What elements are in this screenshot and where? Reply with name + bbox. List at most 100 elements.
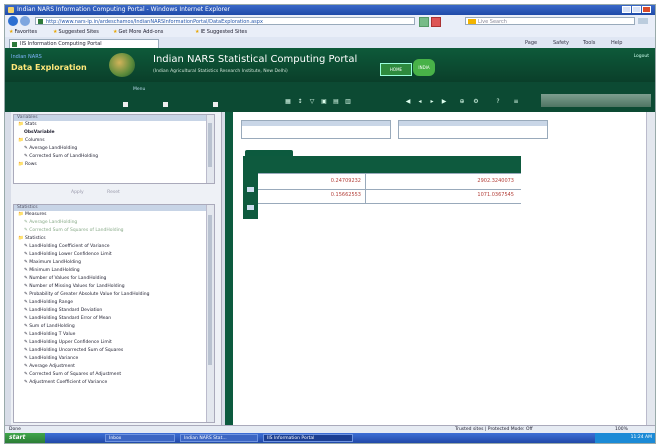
splitter-bar[interactable]	[225, 112, 233, 425]
tree-item-label: LandHolding Lower Confidence Limit	[29, 252, 112, 257]
sort-icon[interactable]: ↕	[297, 99, 303, 105]
browser-tab[interactable]: IIS Information Computing Portal	[9, 39, 159, 48]
tree-item[interactable]: ✎ Number of Values for LandHolding	[18, 275, 214, 283]
tree-item-label: LandHolding Range	[29, 300, 74, 305]
reset-button[interactable]: Reset	[107, 190, 120, 195]
tree-item[interactable]: ✎ LandHolding Upper Confidence Limit	[18, 339, 214, 347]
tree-item-label: Sum of LandHolding	[29, 324, 75, 329]
tools-menu[interactable]: Tools	[583, 40, 595, 46]
tree-item[interactable]: ✎ Corrected Sum of Squares of Adjustment	[18, 371, 214, 379]
zoom-icon[interactable]: ⊕	[459, 99, 465, 105]
tree-item[interactable]: ✎ Minimum LandHolding	[18, 267, 214, 275]
pivot-icon[interactable]: ▣	[321, 99, 327, 105]
tree-item[interactable]: ObsVariable	[18, 129, 214, 137]
window-titlebar: Indian NARS Information Computing Portal…	[5, 5, 655, 15]
left-pane: Variables 📁 Stats ObsVariable 📁 Columns …	[11, 112, 222, 425]
menu-dot-icon[interactable]	[213, 102, 218, 107]
tree-item[interactable]: ✎ Average LandHolding	[18, 219, 214, 227]
favorites-button[interactable]: Favorites	[9, 29, 37, 35]
tree-item[interactable]: ✎ Average LandHolding	[18, 145, 214, 153]
tree-item[interactable]: ✎ LandHolding Uncorrected Sum of Squares	[18, 347, 214, 355]
last-icon[interactable]: ▶	[441, 99, 447, 105]
menu-dot-icon[interactable]	[123, 102, 128, 107]
search-go-icon[interactable]	[638, 18, 648, 24]
next-icon[interactable]: ▸	[429, 99, 435, 105]
grid-cell: 1071.0367545	[477, 192, 514, 198]
tree-item[interactable]: ✎ Sum of LandHolding	[18, 323, 214, 331]
tree-item[interactable]: ✎ LandHolding Standard Deviation	[18, 307, 214, 315]
menu-dot-icon[interactable]	[163, 102, 168, 107]
tree-item[interactable]: ✎ LandHolding Standard Error of Mean	[18, 315, 214, 323]
tree-folder[interactable]: 📁 Measures	[18, 211, 214, 219]
tree-item[interactable]: ✎ LandHolding Coefficient of Variance	[18, 243, 214, 251]
back-button[interactable]	[8, 16, 18, 26]
suggested-sites-link[interactable]: Suggested Sites	[53, 29, 98, 35]
tree-item-label: Number of Values for LandHolding	[29, 276, 107, 281]
variables-scrollbar[interactable]	[206, 115, 214, 183]
report-panel-right[interactable]	[398, 120, 548, 139]
row-expand-icon[interactable]	[247, 187, 254, 192]
tree-folder[interactable]: 📁 Columns	[18, 137, 214, 145]
report-scrollbar[interactable]	[646, 112, 655, 425]
chart-icon[interactable]: ▦	[285, 99, 291, 105]
home-badge[interactable]: HOME	[380, 63, 412, 76]
tree-item[interactable]: ✎ LandHolding T Value	[18, 331, 214, 339]
ie-suggested-sites-link[interactable]: IE Suggested Sites	[195, 29, 247, 35]
tree-item-label: Adjustment Coefficient of Variance	[29, 380, 108, 385]
print-icon[interactable]: ▤	[333, 99, 339, 105]
refresh-icon[interactable]	[419, 17, 429, 27]
tree-item-label: Minimum LandHolding	[29, 268, 80, 273]
tree-item[interactable]: ✎ LandHolding Lower Confidence Limit	[18, 251, 214, 259]
prev-icon[interactable]: ◂	[417, 99, 423, 105]
safety-menu[interactable]: Safety	[553, 40, 569, 46]
tree-item[interactable]: ✎ LandHolding Variance	[18, 355, 214, 363]
help-icon[interactable]: ?	[495, 99, 501, 105]
taskbar-item-active[interactable]: IIS Information Portal	[263, 434, 353, 442]
tree-item-label: LandHolding Standard Error of Mean	[29, 316, 112, 321]
tree-folder[interactable]: 📁 Rows	[18, 161, 214, 169]
help-menu[interactable]: Help	[611, 40, 622, 46]
tree-item[interactable]: ✎ LandHolding Range	[18, 299, 214, 307]
tree-item[interactable]: ✎ Corrected Sum of Squares of LandHoldin…	[18, 227, 214, 235]
tree-folder[interactable]: 📁 Statistics	[18, 235, 214, 243]
tree-item[interactable]: ✎ Number of Missing Values for LandHoldi…	[18, 283, 214, 291]
statistics-list: 📁 Measures ✎ Average LandHolding ✎ Correct…	[14, 211, 214, 387]
close-button[interactable]	[642, 6, 651, 13]
window-title: Indian NARS Information Computing Portal…	[17, 6, 231, 13]
taskbar-item[interactable]: Inbox	[105, 434, 175, 442]
minimize-button[interactable]	[622, 6, 631, 13]
stop-icon[interactable]	[431, 17, 441, 27]
toolbar-tab-button[interactable]	[541, 94, 651, 107]
get-addons-link[interactable]: Get More Add-ons	[113, 29, 163, 35]
tree-item[interactable]: ✎ Adjustment Coefficient of Variance	[18, 379, 214, 387]
more-icon[interactable]: ≡	[513, 99, 519, 105]
tree-item-label: Average Adjustment	[29, 364, 75, 369]
tree-item[interactable]: ✎ Average Adjustment	[18, 363, 214, 371]
first-icon[interactable]: ◀	[405, 99, 411, 105]
settings-icon[interactable]: ⚙	[473, 99, 479, 105]
tree-item-label: LandHolding Standard Deviation	[29, 308, 103, 313]
tree-item[interactable]: ✎ Maximum LandHolding	[18, 259, 214, 267]
report-panel-left[interactable]	[241, 120, 391, 139]
url-text: http://www.nars-ip.in/ardeschamos/Indian…	[46, 19, 263, 25]
india-badge[interactable]: INDIA	[413, 59, 435, 76]
search-input[interactable]: Live Search	[465, 17, 635, 25]
forward-button[interactable]	[20, 16, 30, 26]
filter-icon[interactable]: ▽	[309, 99, 315, 105]
portal-toolbar: Menu ▦ ↕ ▽ ▣ ▤ ▥ ◀ ◂ ▸ ▶ ⊕ ⚙ ? ≡	[5, 82, 655, 112]
url-input[interactable]: http://www.nars-ip.in/ardeschamos/Indian…	[35, 17, 415, 25]
maximize-button[interactable]	[632, 6, 641, 13]
tree-item[interactable]: ✎ Corrected Sum of LandHolding	[18, 153, 214, 161]
tree-item[interactable]: ✎ Probability of Greater Absolute Value …	[18, 291, 214, 299]
start-button[interactable]: start	[5, 433, 45, 443]
apply-button[interactable]: Apply	[71, 190, 84, 195]
page-menu[interactable]: Page	[525, 40, 537, 46]
logout-link[interactable]: Logout	[634, 54, 649, 59]
export-icon[interactable]: ▥	[345, 99, 351, 105]
statistics-scrollbar[interactable]	[206, 205, 214, 422]
row-expand-icon[interactable]	[247, 205, 254, 210]
grid-row-headers	[243, 173, 258, 219]
system-clock: 11:24 AM	[595, 433, 655, 443]
taskbar-item[interactable]: Indian NARS Stat...	[180, 434, 258, 442]
tree-folder[interactable]: 📁 Stats	[18, 121, 214, 129]
